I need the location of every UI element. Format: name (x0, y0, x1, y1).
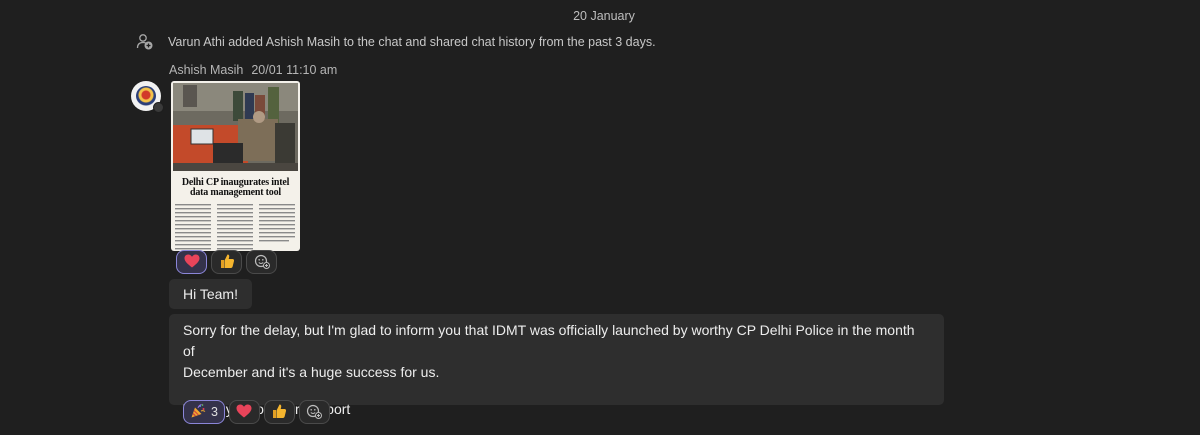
sender-name[interactable]: Ashish Masih (169, 63, 243, 77)
heart-icon (236, 404, 252, 421)
reaction-heart[interactable] (176, 250, 207, 274)
news-body-text (175, 204, 295, 250)
message-meta: Ashish Masih 20/01 11:10 am (169, 63, 337, 77)
news-photo (173, 83, 298, 171)
message-text-line: December and it's a huge success for us. (183, 364, 440, 380)
thumbs-up-icon (271, 403, 287, 422)
system-message: Varun Athi added Ashish Masih to the cha… (136, 33, 656, 51)
reaction-thumbs-up[interactable] (263, 400, 295, 424)
reaction-count: 3 (211, 405, 218, 419)
add-reaction-icon (306, 403, 323, 422)
reaction-heart[interactable] (228, 400, 260, 424)
add-reaction-button[interactable] (246, 250, 277, 274)
reaction-thumbs-up[interactable] (211, 250, 242, 274)
heart-icon (184, 254, 200, 271)
add-person-icon (136, 33, 154, 51)
delhi-police-logo-icon (136, 86, 156, 106)
party-popper-icon (190, 403, 206, 422)
message-text-line: Sorry for the delay, but I'm glad to inf… (183, 322, 915, 359)
reaction-party-popper[interactable]: 3 (183, 400, 225, 424)
add-reaction-icon (254, 253, 270, 272)
message-bubble-greeting[interactable]: Hi Team! (169, 279, 252, 309)
date-divider: 20 January (573, 9, 635, 23)
image-reactions (176, 250, 277, 274)
message-text: Hi Team! (183, 286, 238, 302)
message-timestamp: 20/01 11:10 am (251, 63, 338, 77)
thumbs-up-icon (219, 253, 235, 272)
message-reactions: 3 (183, 400, 330, 424)
message-bubble-announcement[interactable]: Sorry for the delay, but I'm glad to inf… (169, 314, 944, 417)
avatar[interactable] (131, 81, 164, 113)
news-clipping-image[interactable]: Delhi CP inaugurates intel data manageme… (171, 81, 300, 251)
add-reaction-button[interactable] (298, 400, 330, 424)
presence-status-icon (153, 102, 164, 113)
news-headline: Delhi CP inaugurates intel data manageme… (181, 177, 290, 198)
system-message-text: Varun Athi added Ashish Masih to the cha… (168, 35, 656, 49)
